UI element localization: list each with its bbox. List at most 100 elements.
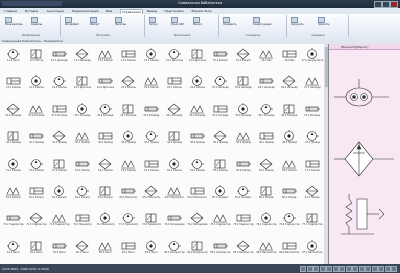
otrack-icon[interactable] xyxy=(332,266,339,272)
symbol-cell[interactable]: 75.2 Гидромотор xyxy=(232,210,255,235)
symbol-cell[interactable]: 42.2 Привод xyxy=(94,128,117,153)
drawing-area[interactable]: [Верхний][Каркас] xyxy=(329,44,400,264)
symbol-cell[interactable]: 24.2 Клапан xyxy=(186,73,209,98)
ribbon-button[interactable]: Конфигурация xyxy=(253,23,272,26)
symbol-cell[interactable]: 31.2 Распред. xyxy=(25,101,48,126)
ribbon-button[interactable]: Пользователь xyxy=(5,23,23,26)
symbol-cell[interactable]: 21.1 Клапан xyxy=(2,73,25,98)
symbol-cell[interactable]: 25.2 Цилиндр xyxy=(232,73,255,98)
symbol-cell[interactable]: 31.1 Распред. xyxy=(2,101,25,126)
symbol-cell[interactable]: 56.1 Клапан xyxy=(255,156,278,181)
quick-access-toolbar[interactable] xyxy=(2,1,62,6)
symbol-cell[interactable]: 15.2 Фильтр xyxy=(232,46,255,71)
scrollbar-thumb[interactable] xyxy=(324,47,328,87)
osnap-icon[interactable] xyxy=(326,266,332,272)
symbol-cell[interactable]: 73.1 Термометр xyxy=(117,210,140,235)
symbol-cell[interactable]: 62.2 Фильтр xyxy=(94,183,117,208)
symbol-cell[interactable]: 31.3 Распред. xyxy=(48,101,71,126)
symbol-cell[interactable]: 21.2 Клапан xyxy=(25,73,48,98)
symbol-cell[interactable]: 21.3 Клапан xyxy=(48,73,71,98)
symbol-cell[interactable]: 82.2 Насос xyxy=(94,238,117,263)
symbol-cell[interactable]: 56.2 Клапан xyxy=(278,156,301,181)
symbol-cell[interactable]: 61.1 Фильтр xyxy=(2,183,25,208)
symbol-cell[interactable]: 76.2 Гидромотор xyxy=(278,210,301,235)
symbol-cell[interactable]: 66.2 Нагрев. xyxy=(278,183,301,208)
symbol-cell[interactable]: 11.4 Насос xyxy=(2,46,25,71)
symbol-cell[interactable]: 54.1 Клапан xyxy=(163,156,186,181)
ortho-icon[interactable] xyxy=(313,266,319,272)
symbol-cell[interactable]: 66.1 Нагрев. xyxy=(255,183,278,208)
maximize-icon[interactable] xyxy=(382,1,390,8)
symbol-cell[interactable]: 16.2 Бак xyxy=(278,46,301,71)
symbol-cell[interactable]: 16.1 Бак xyxy=(255,46,278,71)
symbol-cell[interactable]: 77.1 Гидромотор xyxy=(301,210,324,235)
palette-scrollbar[interactable] xyxy=(324,44,328,264)
symbol-cell[interactable]: 12.2 Цилиндр xyxy=(71,46,94,71)
symbol-cell[interactable]: 64.2 Маслорасп. xyxy=(186,183,209,208)
symbol-cell[interactable]: 23.1 Клапан xyxy=(117,73,140,98)
symbol-cell[interactable]: 67.1 Нагрев. xyxy=(301,183,324,208)
symbol-cell[interactable]: 12.1 Цилиндр xyxy=(48,46,71,71)
symbol-cell[interactable]: 41.3 Привод xyxy=(48,128,71,153)
ribbon-button[interactable]: Записать xyxy=(318,23,330,26)
symbol-cell[interactable]: 81.3 Насос xyxy=(48,238,71,263)
symbol-cell[interactable]: 33.1 Распред. xyxy=(117,101,140,126)
ribbon-button[interactable]: Палитры xyxy=(115,23,126,26)
symbol-cell[interactable]: 23.2 Клапан xyxy=(140,73,163,98)
symbol-cell[interactable]: 36.1 Распред. xyxy=(255,101,278,126)
symbol-cell[interactable]: 57.1 Клапан xyxy=(301,156,324,181)
symbol-cell[interactable]: 45.2 Привод xyxy=(232,128,255,153)
ribbon-button[interactable]: Запуск xyxy=(149,23,158,26)
symbol-cell[interactable]: 22.2 Дроссель xyxy=(94,73,117,98)
symbol-cell[interactable]: 82.1 Насос xyxy=(71,238,94,263)
symbol-cell[interactable]: 83.1 Насос xyxy=(117,238,140,263)
symbol-cell[interactable]: 84.1 Компрессор xyxy=(163,238,186,263)
symbol-cell[interactable]: 52.2 Клапан xyxy=(94,156,117,181)
symbol-cell[interactable]: 35.2 Распред. xyxy=(232,101,255,126)
symbol-cell[interactable]: 33.2 Распред. xyxy=(140,101,163,126)
symbol-cell[interactable]: 83.2 Насос xyxy=(140,238,163,263)
symbol-cell[interactable]: 11.2 Мотор xyxy=(25,46,48,71)
symbol-cell[interactable]: 74.2 Расходомер xyxy=(186,210,209,235)
symbol-cell[interactable]: 32.1 Распред. xyxy=(71,101,94,126)
symbol-cell[interactable]: 51.3 Клапан xyxy=(48,156,71,181)
symbol-cell[interactable]: 26.2 Цилиндр xyxy=(278,73,301,98)
symbol-cell[interactable]: 86.2 Вентилятор xyxy=(278,238,301,263)
symbol-cell[interactable]: 73.2 Термометр xyxy=(140,210,163,235)
symbol-cell[interactable]: 65.1 Охладит. xyxy=(209,183,232,208)
symbol-cell[interactable]: 65.2 Охладит. xyxy=(232,183,255,208)
ribbon-button[interactable]: Visual LISP xyxy=(171,23,184,26)
symbol-cell[interactable]: 44.2 Привод xyxy=(186,128,209,153)
symbol-cell[interactable]: 46.1 Привод xyxy=(255,128,278,153)
symbol-cell[interactable]: 75.1 Гидромотор xyxy=(209,210,232,235)
symbol-cell[interactable]: 55.2 Клапан xyxy=(232,156,255,181)
ribbon-button[interactable]: Проверить xyxy=(223,23,237,26)
symbol-cell[interactable]: 46.2 Привод xyxy=(278,128,301,153)
symbol-cell[interactable]: 41.1 Привод xyxy=(2,128,25,153)
symbol-cell[interactable]: 62.1 Фильтр xyxy=(71,183,94,208)
symbol-cell[interactable]: 51.2 Клапан xyxy=(25,156,48,181)
symbol-cell[interactable]: 36.2 Распред. xyxy=(278,101,301,126)
symbol-cell[interactable]: 17.1 Аккумулятор xyxy=(301,46,324,71)
symbol-cell[interactable]: 76.1 Гидромотор xyxy=(255,210,278,235)
model-icon[interactable] xyxy=(358,266,365,272)
symbol-cell[interactable]: 81.2 Насос xyxy=(25,238,48,263)
symbol-cell[interactable]: 13.3 Клапан xyxy=(140,46,163,71)
symbol-cell[interactable]: 71.1 Гидромотор xyxy=(2,210,25,235)
symbol-cell[interactable]: 41.2 Привод xyxy=(25,128,48,153)
polar-icon[interactable] xyxy=(319,266,326,272)
symbol-cell[interactable]: 34.1 Распред. xyxy=(163,101,186,126)
symbol-cell[interactable]: 13.1 Клапан xyxy=(94,46,117,71)
symbol-cell[interactable]: 45.1 Привод xyxy=(209,128,232,153)
symbol-cell[interactable]: 64.1 Маслорасп. xyxy=(163,183,186,208)
symbol-cell[interactable]: 81.1 Насос xyxy=(2,238,25,263)
minimize-icon[interactable] xyxy=(374,1,382,8)
symbol-cell[interactable]: 74.1 Расходомер xyxy=(163,210,186,235)
symbol-cell[interactable]: 27.1 Цилиндр xyxy=(301,73,324,98)
symbol-cell[interactable]: 71.2 Гидромотор xyxy=(25,210,48,235)
symbol-cell[interactable]: 43.2 Привод xyxy=(140,128,163,153)
lock-icon[interactable] xyxy=(384,266,391,272)
symbol-cell[interactable]: 35.1 Распред. xyxy=(209,101,232,126)
symbol-cell[interactable]: 22.1 Дроссель xyxy=(71,73,94,98)
ribbon-button[interactable]: Символы xyxy=(31,23,42,26)
